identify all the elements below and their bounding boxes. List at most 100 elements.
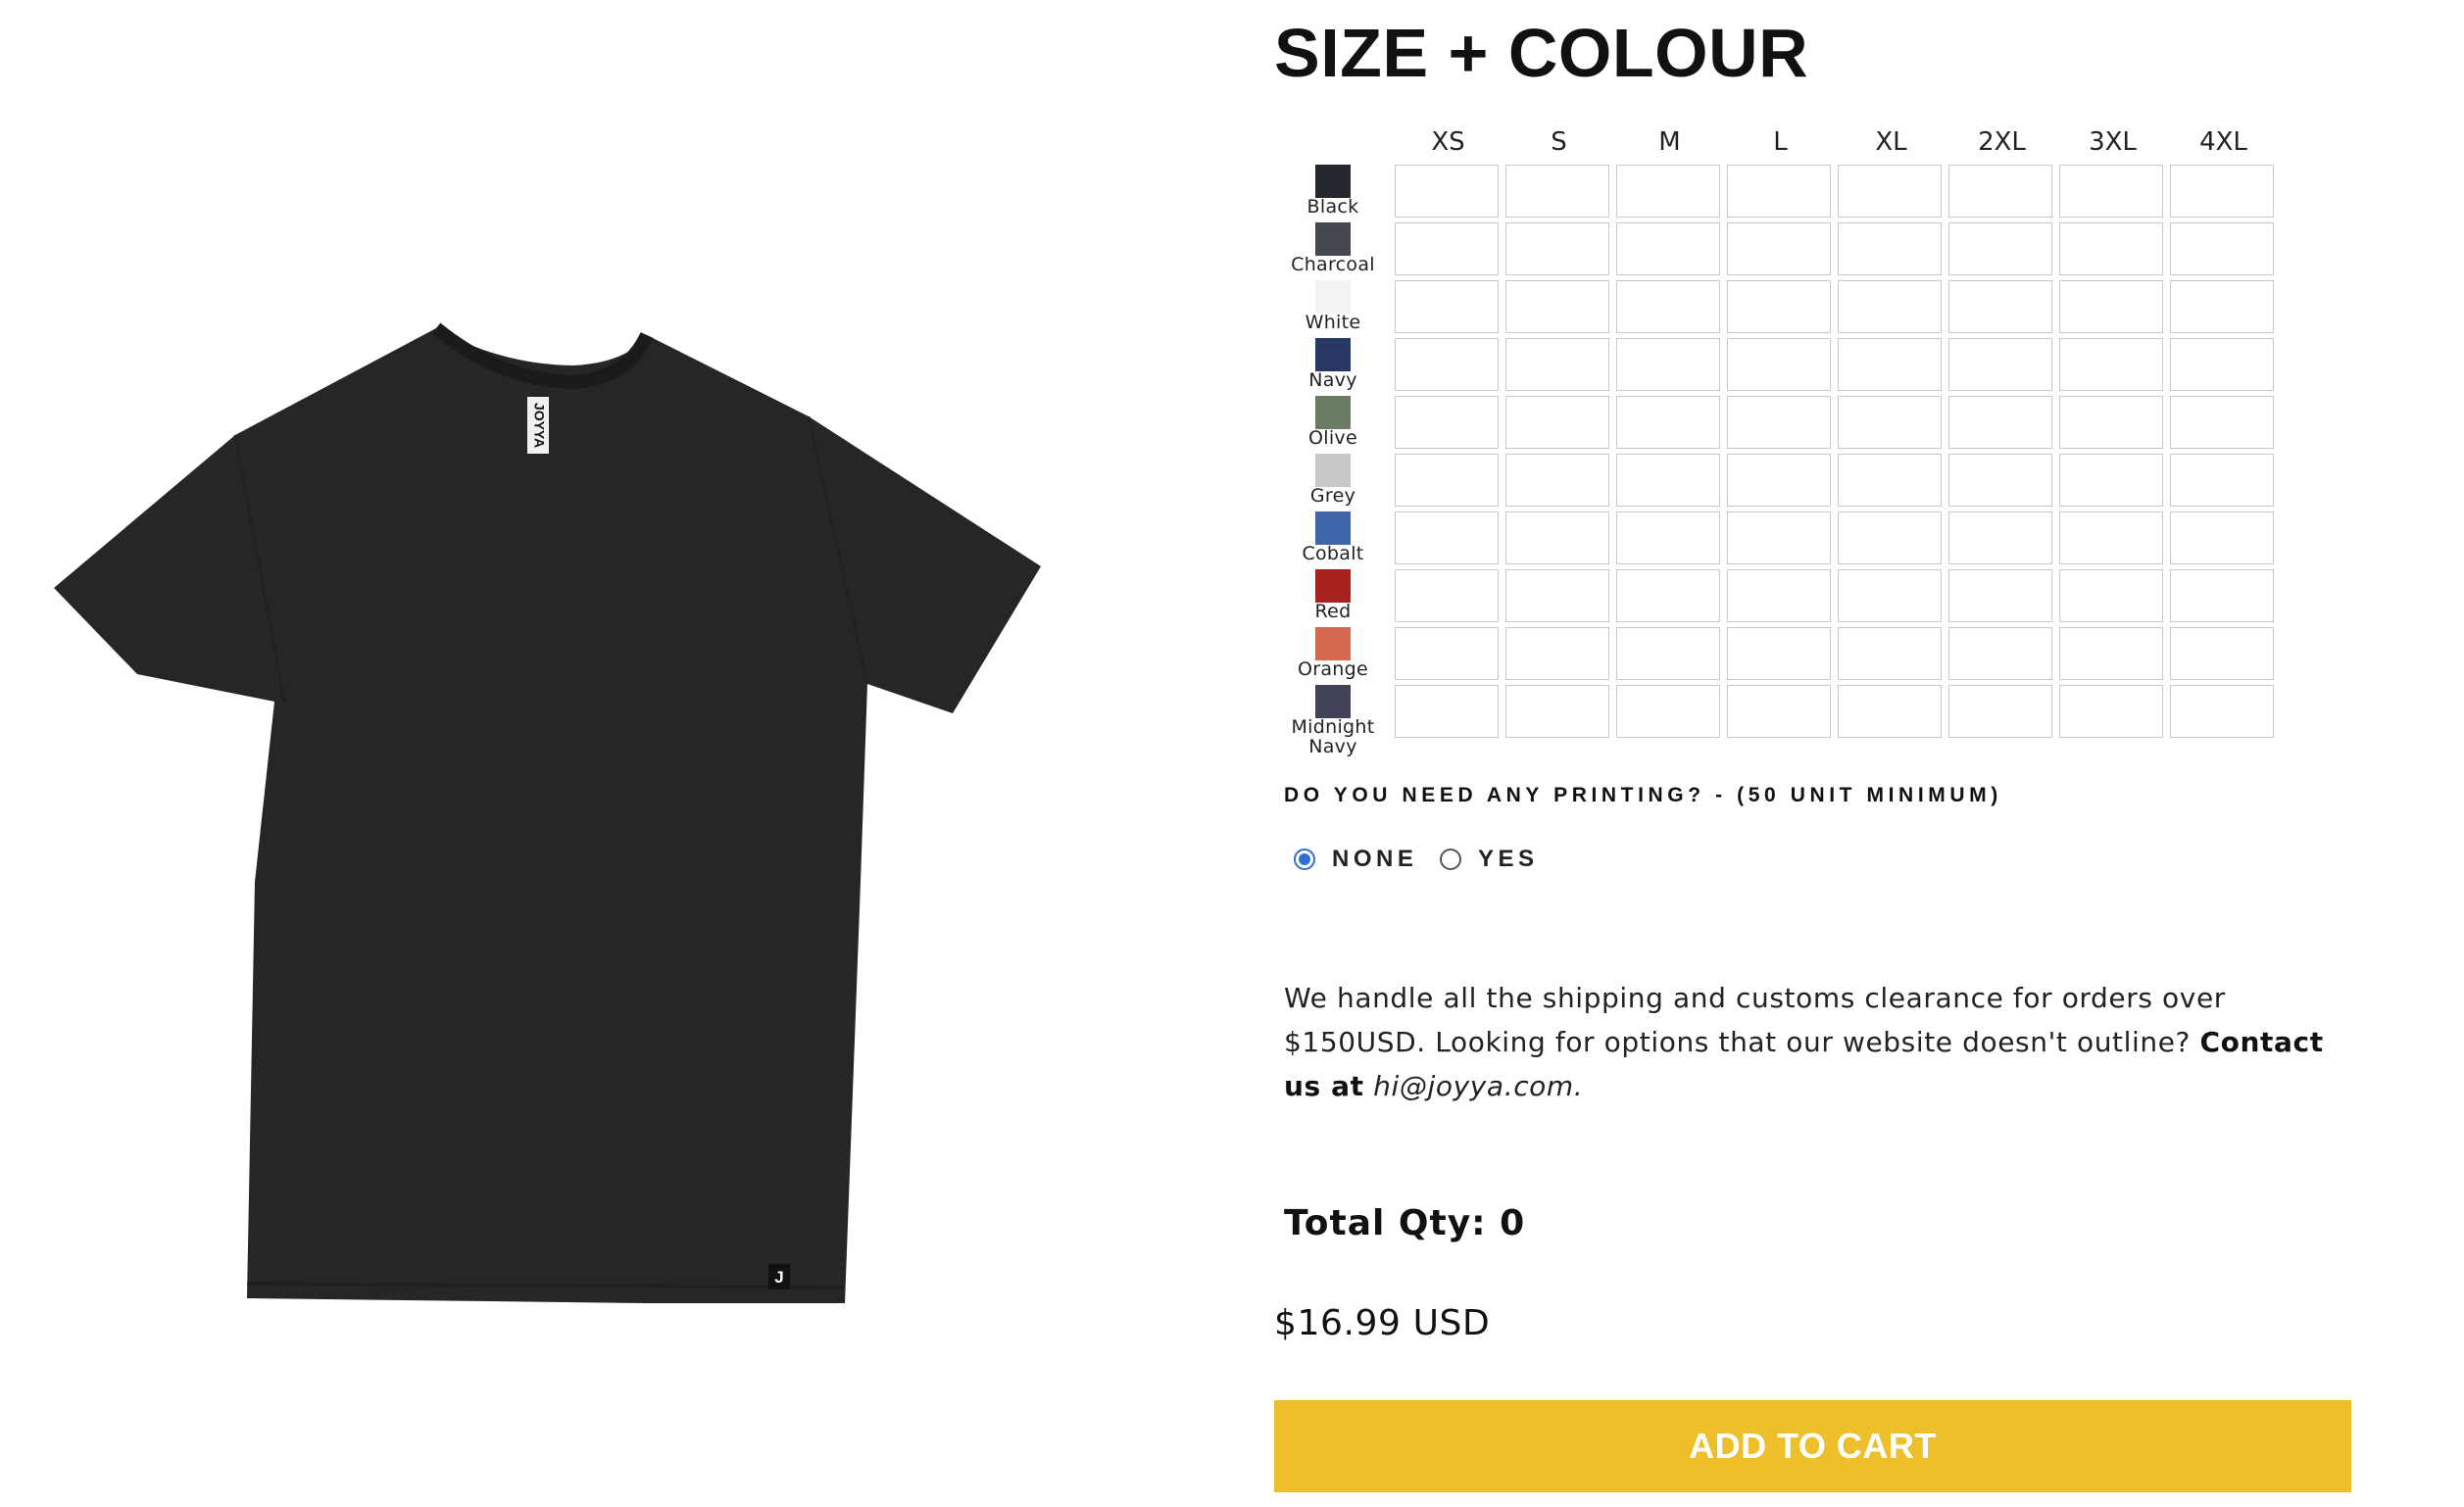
qty-input-midnight-navy-xs[interactable]: [1395, 685, 1499, 738]
qty-input-white-xl[interactable]: [1838, 280, 1942, 333]
qty-input-midnight-navy-2xl[interactable]: [1948, 685, 2052, 738]
shipping-info: We handle all the shipping and customs c…: [1284, 976, 2362, 1108]
qty-input-orange-3xl[interactable]: [2059, 627, 2163, 680]
qty-input-red-m[interactable]: [1616, 569, 1720, 622]
qty-input-charcoal-4xl[interactable]: [2170, 222, 2274, 275]
qty-input-orange-2xl[interactable]: [1948, 627, 2052, 680]
qty-input-red-xl[interactable]: [1838, 569, 1942, 622]
qty-input-grey-m[interactable]: [1616, 454, 1720, 507]
qty-input-orange-s[interactable]: [1505, 627, 1609, 680]
qty-input-navy-xl[interactable]: [1838, 338, 1942, 391]
qty-input-white-2xl[interactable]: [1948, 280, 2052, 333]
qty-input-midnight-navy-s[interactable]: [1505, 685, 1609, 738]
qty-input-charcoal-s[interactable]: [1505, 222, 1609, 275]
qty-input-olive-m[interactable]: [1616, 396, 1720, 449]
qty-input-olive-2xl[interactable]: [1948, 396, 2052, 449]
color-swatch-white: White: [1274, 280, 1392, 338]
qty-input-cobalt-m[interactable]: [1616, 511, 1720, 564]
qty-input-olive-l[interactable]: [1727, 396, 1831, 449]
qty-input-navy-2xl[interactable]: [1948, 338, 2052, 391]
qty-input-grey-3xl[interactable]: [2059, 454, 2163, 507]
qty-input-white-m[interactable]: [1616, 280, 1720, 333]
qty-input-black-l[interactable]: [1727, 165, 1831, 218]
qty-input-white-xs[interactable]: [1395, 280, 1499, 333]
qty-input-charcoal-xl[interactable]: [1838, 222, 1942, 275]
qty-input-white-4xl[interactable]: [2170, 280, 2274, 333]
add-to-cart-button[interactable]: ADD TO CART: [1274, 1400, 2351, 1492]
color-swatch-orange: Orange: [1274, 627, 1392, 685]
neck-label-text: JOYYA: [531, 403, 547, 448]
product-options-panel: SIZE + COLOUR XS S M L XL 2XL 3XL 4XL Black Charc…: [1274, 0, 2401, 1503]
qty-input-cobalt-xl[interactable]: [1838, 511, 1942, 564]
qty-input-orange-xl[interactable]: [1838, 627, 1942, 680]
contact-email-link[interactable]: hi@joyya.com.: [1373, 1070, 1583, 1102]
qty-input-white-s[interactable]: [1505, 280, 1609, 333]
neck-label: JOYYA: [527, 397, 549, 454]
color-row-midnight-navy: Midnight Navy: [1274, 685, 2303, 756]
swatch-cobalt-color: [1315, 511, 1351, 545]
printing-option-yes[interactable]: YES: [1440, 845, 1539, 874]
qty-input-black-s[interactable]: [1505, 165, 1609, 218]
qty-input-orange-xs[interactable]: [1395, 627, 1499, 680]
qty-input-olive-4xl[interactable]: [2170, 396, 2274, 449]
qty-input-navy-l[interactable]: [1727, 338, 1831, 391]
qty-input-navy-3xl[interactable]: [2059, 338, 2163, 391]
qty-input-grey-s[interactable]: [1505, 454, 1609, 507]
qty-input-red-l[interactable]: [1727, 569, 1831, 622]
swatch-navy-color: [1315, 338, 1351, 371]
radio-yes-label: YES: [1478, 846, 1539, 872]
qty-input-olive-xs[interactable]: [1395, 396, 1499, 449]
qty-input-red-2xl[interactable]: [1948, 569, 2052, 622]
qty-input-olive-s[interactable]: [1505, 396, 1609, 449]
printing-option-none[interactable]: NONE: [1294, 845, 1417, 874]
qty-input-orange-l[interactable]: [1727, 627, 1831, 680]
qty-input-grey-2xl[interactable]: [1948, 454, 2052, 507]
qty-input-grey-4xl[interactable]: [2170, 454, 2274, 507]
qty-input-charcoal-m[interactable]: [1616, 222, 1720, 275]
qty-input-red-4xl[interactable]: [2170, 569, 2274, 622]
qty-input-red-3xl[interactable]: [2059, 569, 2163, 622]
qty-input-midnight-navy-3xl[interactable]: [2059, 685, 2163, 738]
radio-none-icon[interactable]: [1294, 849, 1315, 870]
qty-input-cobalt-l[interactable]: [1727, 511, 1831, 564]
qty-input-black-xl[interactable]: [1838, 165, 1942, 218]
qty-input-grey-xs[interactable]: [1395, 454, 1499, 507]
qty-input-cobalt-s[interactable]: [1505, 511, 1609, 564]
qty-input-cobalt-xs[interactable]: [1395, 511, 1499, 564]
qty-input-navy-xs[interactable]: [1395, 338, 1499, 391]
qty-input-orange-m[interactable]: [1616, 627, 1720, 680]
qty-input-orange-4xl[interactable]: [2170, 627, 2274, 680]
qty-input-midnight-navy-l[interactable]: [1727, 685, 1831, 738]
qty-input-white-3xl[interactable]: [2059, 280, 2163, 333]
color-swatch-charcoal: Charcoal: [1274, 222, 1392, 280]
qty-input-navy-s[interactable]: [1505, 338, 1609, 391]
qty-input-midnight-navy-m[interactable]: [1616, 685, 1720, 738]
qty-input-charcoal-xs[interactable]: [1395, 222, 1499, 275]
qty-input-olive-3xl[interactable]: [2059, 396, 2163, 449]
qty-input-charcoal-3xl[interactable]: [2059, 222, 2163, 275]
qty-input-navy-m[interactable]: [1616, 338, 1720, 391]
qty-input-black-4xl[interactable]: [2170, 165, 2274, 218]
qty-input-white-l[interactable]: [1727, 280, 1831, 333]
radio-yes-icon[interactable]: [1440, 849, 1461, 870]
qty-input-red-xs[interactable]: [1395, 569, 1499, 622]
qty-input-charcoal-2xl[interactable]: [1948, 222, 2052, 275]
qty-input-cobalt-2xl[interactable]: [1948, 511, 2052, 564]
qty-input-midnight-navy-xl[interactable]: [1838, 685, 1942, 738]
color-row-black: Black: [1274, 165, 2303, 222]
qty-input-black-m[interactable]: [1616, 165, 1720, 218]
qty-input-black-xs[interactable]: [1395, 165, 1499, 218]
qty-input-black-3xl[interactable]: [2059, 165, 2163, 218]
qty-input-black-2xl[interactable]: [1948, 165, 2052, 218]
qty-input-cobalt-4xl[interactable]: [2170, 511, 2274, 564]
qty-input-midnight-navy-4xl[interactable]: [2170, 685, 2274, 738]
qty-input-grey-xl[interactable]: [1838, 454, 1942, 507]
qty-input-navy-4xl[interactable]: [2170, 338, 2274, 391]
color-row-red: Red: [1274, 569, 2303, 627]
size-header-m: M: [1658, 127, 1681, 157]
qty-input-cobalt-3xl[interactable]: [2059, 511, 2163, 564]
qty-input-grey-l[interactable]: [1727, 454, 1831, 507]
qty-input-charcoal-l[interactable]: [1727, 222, 1831, 275]
qty-input-red-s[interactable]: [1505, 569, 1609, 622]
qty-input-olive-xl[interactable]: [1838, 396, 1942, 449]
